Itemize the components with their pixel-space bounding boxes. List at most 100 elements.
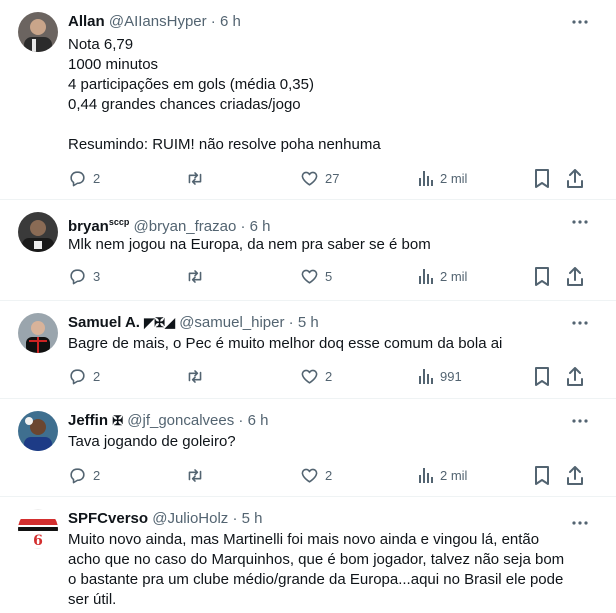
tweet-text: Tava jogando de goleiro? (68, 432, 588, 452)
retweet-icon (188, 171, 202, 185)
user-handle[interactable]: @samuel_hiper (179, 314, 284, 331)
views-button[interactable]: 2 mil (418, 168, 467, 188)
name-emoji: ◤✠◢ (144, 315, 176, 330)
tweet-line: 0,44 grandes chances criadas/jogo (68, 96, 301, 113)
tweet-line: Tava jogando de goleiro? (68, 433, 236, 450)
reply-icon (70, 467, 85, 483)
tweet-line: Nota 6,79 (68, 36, 134, 53)
tweet-header: SPFCverso @JulioHolz · 5 h (68, 509, 263, 529)
name-superscript: sccp (108, 217, 130, 227)
bookmark-button[interactable] (534, 465, 550, 485)
retweet-button[interactable] (185, 465, 205, 485)
views-icon (419, 468, 433, 483)
tweet-jeffin[interactable]: Jeffin ✠ @jf_goncalvees · 6 h Tava jogan… (0, 399, 616, 497)
reply-count: 3 (93, 268, 101, 284)
svg-text:6: 6 (33, 533, 43, 549)
reply-button[interactable]: 2 (68, 366, 100, 386)
like-button[interactable]: 27 (300, 168, 339, 188)
separator-dot: · (210, 13, 216, 30)
bookmark-button[interactable] (534, 366, 550, 386)
views-count: 2 mil (440, 268, 468, 284)
display-name[interactable]: Samuel A. (68, 314, 140, 331)
reply-feed: Allan @AIIansHyper · 6 h Nota 6,79 1000 … (0, 0, 616, 613)
tweet-header: Samuel A. ◤✠◢ @samuel_hiper · 5 h (68, 313, 319, 333)
share-button[interactable] (566, 266, 584, 286)
like-count: 27 (325, 170, 340, 186)
more-icon (572, 220, 588, 224)
retweet-button[interactable] (185, 366, 205, 386)
display-name-text: bryan (68, 218, 109, 235)
avatar[interactable] (18, 212, 58, 252)
tweet-line: o bastante pra um clube médio/grande da … (68, 571, 564, 588)
timestamp[interactable]: 6 h (248, 412, 269, 429)
more-icon (572, 20, 588, 24)
share-button[interactable] (566, 366, 584, 386)
tweet-bryan[interactable]: bryansccp @bryan_frazao · 6 h Mlk nem jo… (0, 200, 616, 301)
like-icon (301, 269, 318, 284)
tweet-samuel[interactable]: Samuel A. ◤✠◢ @samuel_hiper · 5 h Bagre … (0, 301, 616, 399)
user-handle[interactable]: @JulioHolz (152, 510, 228, 527)
user-handle[interactable]: @bryan_frazao (134, 218, 237, 235)
avatar[interactable] (18, 411, 58, 451)
avatar[interactable]: 6 (18, 509, 58, 549)
more-button[interactable] (570, 313, 590, 333)
like-count: 5 (325, 268, 333, 284)
user-handle[interactable]: @jf_goncalvees (127, 412, 234, 429)
bookmark-button[interactable] (534, 168, 550, 188)
views-count: 2 mil (440, 170, 468, 186)
display-name[interactable]: Jeffin (68, 412, 108, 429)
tweet-line: Mlk nem jogou na Europa, da nem pra sabe… (68, 236, 431, 253)
tweet-header: Allan @AIIansHyper · 6 h (68, 12, 241, 32)
bookmark-button[interactable] (534, 266, 550, 286)
tweet-line: Resumindo: RUIM! não resolve poha nenhum… (68, 136, 381, 153)
display-name[interactable]: bryansccp (68, 217, 130, 235)
retweet-icon (188, 369, 202, 383)
reply-count: 2 (93, 368, 101, 384)
reply-count: 2 (93, 467, 101, 483)
reply-button[interactable]: 2 (68, 465, 100, 485)
tweet-line: Bagre de mais, o Pec é muito melhor doq … (68, 335, 503, 352)
retweet-icon (188, 269, 202, 283)
tweet-spfcverso[interactable]: 6 SPFCverso @JulioHolz · 5 h Muito novo … (0, 497, 616, 613)
like-count: 2 (325, 368, 333, 384)
avatar[interactable] (18, 313, 58, 353)
action-bar: 2 2 2 mil (68, 465, 590, 485)
display-name[interactable]: Allan (68, 13, 105, 30)
reply-button[interactable]: 3 (68, 266, 100, 286)
timestamp[interactable]: 5 h (242, 510, 263, 527)
more-button[interactable] (570, 12, 590, 32)
timestamp[interactable]: 6 h (220, 13, 241, 30)
reply-button[interactable]: 2 (68, 168, 100, 188)
display-name[interactable]: SPFCverso (68, 510, 148, 527)
action-bar: 2 2 991 (68, 366, 590, 386)
tweet-header: Jeffin ✠ @jf_goncalvees · 6 h (68, 411, 268, 431)
tweet-text: Muito novo ainda, mas Martinelli foi mai… (68, 530, 588, 610)
timestamp[interactable]: 6 h (250, 218, 271, 235)
reply-count: 2 (93, 170, 101, 186)
user-handle[interactable]: @AIIansHyper (109, 13, 207, 30)
bookmark-icon (535, 168, 549, 188)
action-bar: 3 5 2 mil (68, 266, 590, 286)
avatar[interactable] (18, 12, 58, 52)
share-button[interactable] (566, 465, 584, 485)
tweet-line: ser útil. (68, 591, 117, 608)
more-button[interactable] (570, 411, 590, 431)
more-button[interactable] (570, 212, 590, 232)
retweet-button[interactable] (185, 168, 205, 188)
like-button[interactable]: 2 (300, 465, 332, 485)
views-button[interactable]: 2 mil (418, 266, 467, 286)
tweet-allan[interactable]: Allan @AIIansHyper · 6 h Nota 6,79 1000 … (0, 0, 616, 200)
views-count: 991 (440, 368, 462, 384)
timestamp[interactable]: 5 h (298, 314, 319, 331)
like-button[interactable]: 5 (300, 266, 332, 286)
like-button[interactable]: 2 (300, 366, 332, 386)
separator-dot: · (238, 412, 244, 429)
share-button[interactable] (566, 168, 584, 188)
views-button[interactable]: 2 mil (418, 465, 467, 485)
tweet-text: Mlk nem jogou na Europa, da nem pra sabe… (68, 235, 588, 255)
retweet-button[interactable] (185, 266, 205, 286)
share-icon (567, 465, 583, 485)
views-button[interactable]: 991 (418, 366, 462, 386)
tweet-line: Muito novo ainda, mas Martinelli foi mai… (68, 531, 540, 548)
tweet-line: 1000 minutos (68, 56, 159, 73)
